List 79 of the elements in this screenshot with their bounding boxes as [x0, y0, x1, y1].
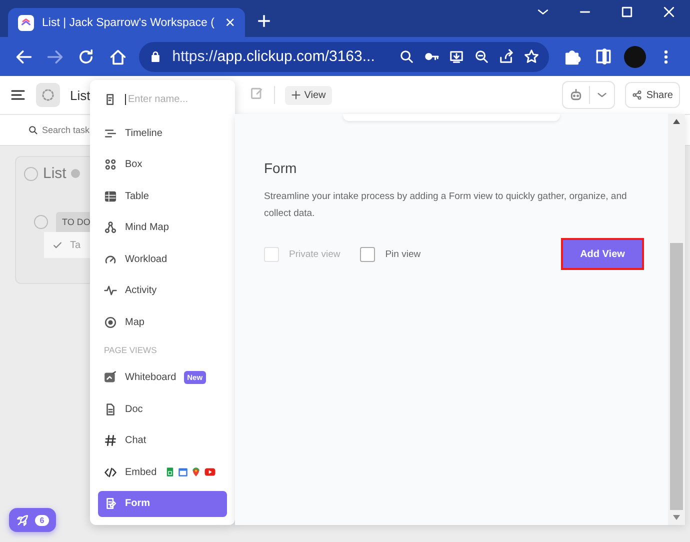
menu-item[interactable]: Table: [98, 183, 227, 209]
search-icon: [28, 125, 38, 135]
search-field[interactable]: Search task: [42, 125, 90, 135]
menu-item[interactable]: Embed: [98, 459, 227, 485]
menu-item[interactable]: Activity: [98, 278, 227, 304]
spinner-icon: [40, 87, 56, 103]
menu-icon: [10, 87, 26, 103]
address-bar[interactable]: https://app.clickup.com/3163...: [139, 42, 549, 72]
puzzle-icon: [563, 48, 582, 66]
name-field[interactable]: Enter name...: [125, 94, 218, 104]
robot-icon: [569, 88, 584, 102]
home-icon: [108, 48, 127, 66]
more-icon[interactable]: [664, 50, 668, 64]
task-name: Ta: [70, 240, 81, 250]
checkbox-label: Private view: [289, 248, 340, 260]
form-title: Form: [264, 160, 298, 176]
lock-icon: [149, 50, 162, 63]
collapse-icon[interactable]: [34, 215, 48, 229]
browser-tab[interactable]: List | Jack Sparrow's Workspace ( ×: [8, 8, 245, 37]
menu-item[interactable]: Mind Map: [98, 214, 227, 240]
menu-item[interactable]: Doc: [98, 396, 227, 422]
add-view-button[interactable]: Add View: [561, 238, 644, 270]
profile-avatar[interactable]: [624, 46, 646, 68]
sheet-icon: [164, 467, 175, 477]
scroll-down-icon[interactable]: [673, 515, 680, 520]
close-icon: [662, 5, 676, 19]
grid-icon: [104, 158, 117, 171]
automation-button[interactable]: [562, 81, 616, 109]
maximize-icon: [620, 5, 634, 19]
scroll-up-icon[interactable]: [673, 119, 680, 124]
share-nodes-icon: [632, 90, 642, 100]
share-button[interactable]: Share: [625, 82, 680, 108]
timeline-icon: [104, 126, 117, 140]
hash-icon: [104, 434, 117, 447]
edit-icon: [250, 86, 264, 100]
list-heading: List: [43, 165, 66, 182]
reload-icon: [77, 48, 96, 66]
section-heading: PAGE VIEWS: [103, 344, 158, 356]
search-icon: [398, 49, 414, 64]
check-icon: [52, 240, 63, 250]
mind-map-icon: [104, 221, 117, 234]
new-tab-button[interactable]: +: [257, 10, 272, 34]
menu-item[interactable]: Timeline: [98, 120, 227, 146]
share-icon: [498, 49, 514, 64]
table-icon: [104, 190, 117, 202]
menu-item[interactable]: Form: [98, 490, 227, 516]
form-description: Streamline your intake process by adding a Form view to quickly gather, organize, and collect data.: [264, 190, 628, 221]
checkbox-label: Pin view: [385, 248, 421, 260]
forward-icon: [46, 48, 64, 66]
info-icon: [71, 169, 80, 178]
location-icon: [104, 316, 117, 328]
add-view-button[interactable]: View: [285, 86, 332, 104]
collapse-icon[interactable]: [24, 166, 38, 180]
form-icon: [104, 497, 117, 510]
star-icon: [524, 49, 539, 64]
download-icon: [448, 49, 464, 64]
scrollbar[interactable]: [668, 114, 685, 525]
pulse-icon: [104, 284, 117, 297]
close-tab-button[interactable]: ×: [225, 14, 235, 31]
list-title: List: [70, 88, 90, 102]
plus-icon: [291, 90, 302, 100]
side-panel-icon: [595, 48, 612, 65]
document-icon: [104, 402, 117, 416]
tab-title: List | Jack Sparrow's Workspace (: [42, 16, 216, 28]
notification-count: 6: [34, 514, 50, 526]
menu-item[interactable]: Chat: [98, 428, 227, 454]
checkbox[interactable]: [360, 246, 376, 262]
menu-item[interactable]: Map: [98, 309, 227, 335]
play-icon: [204, 466, 216, 478]
menu-item[interactable]: Box: [98, 152, 227, 178]
whiteboard-icon: [104, 371, 117, 384]
menu-item[interactable]: Workload: [98, 246, 227, 272]
launcher-button[interactable]: 6: [9, 508, 56, 532]
map-pin-icon: [190, 467, 201, 477]
calendar-icon: [178, 467, 188, 477]
back-icon: [14, 48, 33, 66]
code-icon: [104, 466, 117, 478]
rocket-icon: [16, 514, 29, 526]
zoom-out-icon: [474, 49, 489, 64]
